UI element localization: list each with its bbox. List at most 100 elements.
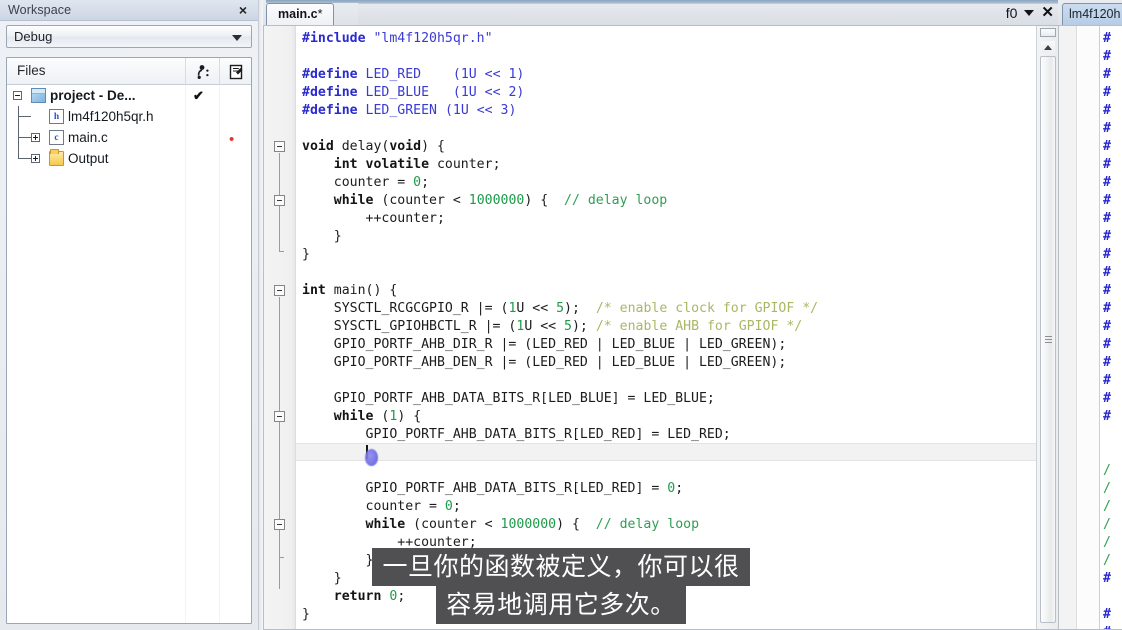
code-line[interactable]: /: [1101, 534, 1122, 552]
files-tree-body[interactable]: project - De... ✔ h lm4f120h5qr.h c main.c • Ou…: [7, 85, 251, 623]
code-line[interactable]: #: [1101, 84, 1122, 102]
code-line[interactable]: counter = 0;: [296, 498, 1036, 516]
code-line[interactable]: GPIO_PORTF_AHB_DATA_BITS_R[LED_RED] = 0;: [296, 480, 1036, 498]
fold-collapse-icon[interactable]: [274, 285, 285, 296]
code-line[interactable]: [296, 48, 1036, 66]
code-line[interactable]: [1101, 444, 1122, 462]
code-line[interactable]: #: [1101, 408, 1122, 426]
code-line[interactable]: }: [296, 228, 1036, 246]
code-line[interactable]: /: [1101, 480, 1122, 498]
code-line[interactable]: #: [1101, 120, 1122, 138]
code-line[interactable]: #: [1101, 264, 1122, 282]
code-line[interactable]: #: [1101, 336, 1122, 354]
code-line[interactable]: ++counter;: [296, 210, 1036, 228]
code-line[interactable]: #: [1101, 282, 1122, 300]
code-line[interactable]: /: [1101, 498, 1122, 516]
configuration-dropdown[interactable]: Debug: [6, 25, 252, 48]
code-token: #: [1103, 85, 1111, 100]
code-line[interactable]: /: [1101, 516, 1122, 534]
code-line[interactable]: /: [1101, 462, 1122, 480]
code-line[interactable]: #: [1101, 228, 1122, 246]
tree-item-project-de[interactable]: project - De... ✔: [7, 85, 251, 106]
tab-lm4f120h5qr-h[interactable]: lm4f120h: [1062, 3, 1122, 25]
code-line[interactable]: ++counter;: [296, 534, 1036, 552]
code-line[interactable]: SYSCTL_GPIOHBCTL_R |= (1U << 5); /* enab…: [296, 318, 1036, 336]
code-line[interactable]: #define LED_RED (1U << 1): [296, 66, 1036, 84]
code-line[interactable]: }: [296, 246, 1036, 264]
code-line[interactable]: #: [1101, 156, 1122, 174]
code-line[interactable]: #: [1101, 174, 1122, 192]
function-scope-label[interactable]: f0: [1006, 5, 1018, 21]
code-line[interactable]: #: [1101, 246, 1122, 264]
code-line[interactable]: #: [1101, 300, 1122, 318]
code-line[interactable]: #: [1101, 138, 1122, 156]
code-line[interactable]: GPIO_PORTF_AHB_DATA_BITS_R[LED_BLUE] = L…: [296, 390, 1036, 408]
tree-item-output[interactable]: Output: [7, 148, 251, 169]
code-line[interactable]: [1101, 426, 1122, 444]
code-line[interactable]: int volatile counter;: [296, 156, 1036, 174]
code-line[interactable]: }: [296, 552, 1036, 570]
collapse-icon[interactable]: [13, 91, 22, 100]
code-line[interactable]: #: [1101, 192, 1122, 210]
tree-item-main-c[interactable]: c main.c •: [7, 127, 251, 148]
code-line[interactable]: [296, 120, 1036, 138]
fold-collapse-icon[interactable]: [274, 519, 285, 530]
code-line[interactable]: while (1) {: [296, 408, 1036, 426]
code-line[interactable]: [296, 444, 1036, 462]
code-line[interactable]: #: [1101, 390, 1122, 408]
code-line[interactable]: GPIO_PORTF_AHB_DEN_R |= (LED_RED | LED_B…: [296, 354, 1036, 372]
code-line[interactable]: #: [1101, 606, 1122, 624]
code-line[interactable]: GPIO_PORTF_AHB_DATA_BITS_R[LED_RED] = LE…: [296, 426, 1036, 444]
scroll-up-arrow-icon[interactable]: [1041, 41, 1055, 53]
code-line[interactable]: [1101, 588, 1122, 606]
code-line[interactable]: return 0;: [296, 588, 1036, 606]
code-line[interactable]: while (counter < 1000000) { // delay loo…: [296, 516, 1036, 534]
code-line[interactable]: #: [1101, 318, 1122, 336]
secondary-code-text[interactable]: ###################### //////# ####: [1101, 26, 1122, 629]
fold-collapse-icon[interactable]: [274, 141, 285, 152]
code-line[interactable]: #include "lm4f120h5qr.h": [296, 30, 1036, 48]
code-line[interactable]: }: [296, 606, 1036, 624]
code-line[interactable]: GPIO_PORTF_AHB_DIR_R |= (LED_RED | LED_B…: [296, 336, 1036, 354]
build-order-icon[interactable]: [195, 63, 213, 81]
code-line[interactable]: /: [1101, 552, 1122, 570]
close-icon[interactable]: ✕: [1041, 5, 1054, 20]
code-line[interactable]: #: [1101, 570, 1122, 588]
code-line[interactable]: void delay(void) {: [296, 138, 1036, 156]
code-line[interactable]: SYSCTL_RCGCGPIO_R |= (1U << 5); /* enabl…: [296, 300, 1036, 318]
expand-icon[interactable]: [31, 133, 40, 142]
chevron-down-icon[interactable]: [1024, 9, 1035, 16]
code-line[interactable]: while (counter < 1000000) { // delay loo…: [296, 192, 1036, 210]
file-status-icon[interactable]: [227, 63, 245, 81]
code-line[interactable]: #define LED_BLUE (1U << 2): [296, 84, 1036, 102]
code-line[interactable]: #: [1101, 66, 1122, 84]
code-line[interactable]: #: [1101, 354, 1122, 372]
scrollbar-split-box[interactable]: [1040, 28, 1056, 37]
code-token: /: [1103, 553, 1111, 568]
tab-main-c[interactable]: main.c*: [266, 3, 335, 25]
code-viewport[interactable]: #include "lm4f120h5qr.h" #define LED_RED…: [264, 26, 1036, 629]
code-folding-margin[interactable]: [264, 26, 296, 629]
code-line[interactable]: #define LED_GREEN (1U << 3): [296, 102, 1036, 120]
code-line[interactable]: #: [1101, 372, 1122, 390]
vertical-scrollbar[interactable]: [1036, 26, 1058, 629]
code-line[interactable]: }: [296, 570, 1036, 588]
code-line[interactable]: [296, 264, 1036, 282]
code-line[interactable]: #: [1101, 210, 1122, 228]
close-icon[interactable]: ×: [235, 2, 251, 18]
code-text[interactable]: #include "lm4f120h5qr.h" #define LED_RED…: [296, 26, 1036, 629]
code-line[interactable]: [296, 372, 1036, 390]
tree-item-lm4f120h5qr-h[interactable]: h lm4f120h5qr.h: [7, 106, 251, 127]
vertical-scroll-thumb[interactable]: [1040, 56, 1056, 623]
expand-icon[interactable]: [31, 154, 40, 163]
code-line[interactable]: #: [1101, 30, 1122, 48]
code-line[interactable]: [296, 462, 1036, 480]
fold-collapse-icon[interactable]: [274, 195, 285, 206]
code-line[interactable]: #: [1101, 102, 1122, 120]
fold-collapse-icon[interactable]: [274, 411, 285, 422]
code-line[interactable]: #: [1101, 48, 1122, 66]
code-line[interactable]: int main() {: [296, 282, 1036, 300]
code-token: 0: [413, 175, 422, 190]
code-line[interactable]: counter = 0;: [296, 174, 1036, 192]
code-line[interactable]: #: [1101, 624, 1122, 629]
